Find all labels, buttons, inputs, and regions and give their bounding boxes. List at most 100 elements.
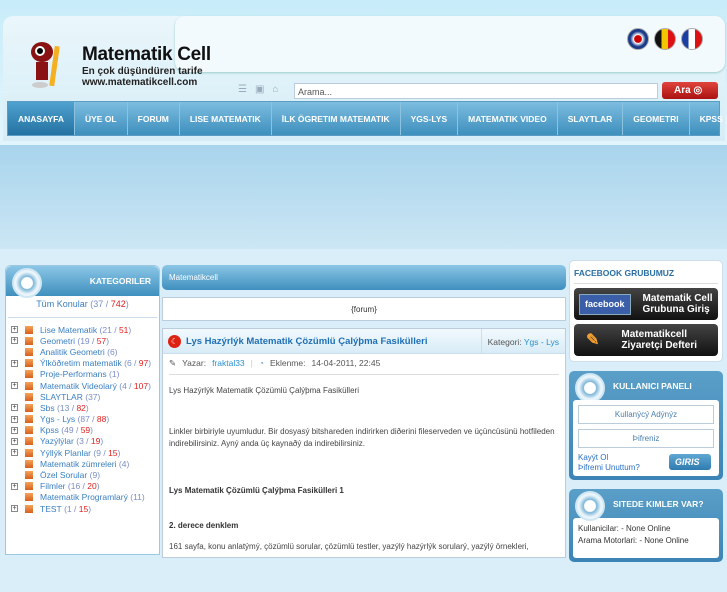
list-icon[interactable]: ☰ bbox=[238, 84, 247, 95]
nav-kpss[interactable]: KPSS bbox=[690, 102, 727, 135]
all-topics-link[interactable]: Tüm Konular (37 / 742) bbox=[8, 296, 157, 318]
facebook-group-button[interactable]: facebook Matematik Cell Grubuna Giriş bbox=[574, 288, 718, 320]
category-item[interactable]: + Matematik Videolarý (4 / 107) bbox=[6, 380, 159, 391]
expand-icon[interactable]: + bbox=[11, 404, 18, 412]
expand-icon[interactable]: + bbox=[11, 359, 18, 367]
facebook-panel: FACEBOOK GRUBUMUZ facebook Matematik Cell… bbox=[569, 260, 723, 362]
article-paragraph: 161 sayfa, konu anlatýmý, çözümlü sorula… bbox=[169, 542, 529, 551]
login-button[interactable]: GIRIS ● bbox=[669, 454, 711, 477]
category-total: 59 bbox=[80, 425, 91, 436]
nav-uye-ol[interactable]: ÜYE OL bbox=[75, 102, 128, 135]
date-label: Eklenme: bbox=[270, 358, 306, 368]
username-input[interactable]: Kullanýcý Adýnýz bbox=[578, 405, 714, 424]
category-count: 11 bbox=[133, 492, 142, 503]
category-item[interactable]: Matematik Programlarý (11) bbox=[6, 492, 159, 503]
category-item[interactable]: + Filmler (16 / 20) bbox=[6, 481, 159, 492]
search-input[interactable]: Arama... bbox=[294, 83, 658, 99]
category-count: 3 bbox=[79, 436, 84, 447]
folder-icon bbox=[25, 437, 33, 446]
category-count: 21 bbox=[102, 324, 112, 335]
category-count: 1 bbox=[66, 503, 72, 514]
nav-slaytlar[interactable]: SLAYTLAR bbox=[558, 102, 624, 135]
category-item[interactable]: + Sbs (13 / 82) bbox=[6, 402, 159, 413]
category-count: 9 bbox=[92, 470, 98, 481]
password-input[interactable]: Þifreniz bbox=[578, 429, 714, 448]
expand-icon[interactable]: + bbox=[11, 482, 18, 490]
category-label: Kpss bbox=[40, 425, 59, 436]
category-total: 107 bbox=[133, 380, 149, 391]
english-flag-icon[interactable] bbox=[627, 28, 649, 50]
category-label: Matematik zümreleri bbox=[40, 458, 117, 469]
search-button[interactable]: Ara ◎ bbox=[662, 82, 718, 99]
nav-anasayfa[interactable]: ANASAYFA bbox=[8, 102, 75, 135]
nav-geometri[interactable]: GEOMETRI bbox=[623, 102, 690, 135]
ant-mascot-logo-icon bbox=[31, 42, 60, 88]
category-item[interactable]: + Kpss (49 / 59) bbox=[6, 425, 159, 436]
expand-icon[interactable]: + bbox=[11, 437, 18, 445]
category-label: Geometri bbox=[40, 335, 75, 346]
category-count: 13 bbox=[59, 402, 70, 413]
guestbook-button[interactable]: ✎ Matematikcell Ziyaretçi Defteri bbox=[574, 324, 718, 356]
folder-icon bbox=[25, 415, 33, 424]
folder-icon bbox=[25, 370, 33, 379]
german-flag-icon[interactable] bbox=[654, 28, 676, 50]
author-link[interactable]: fraktal33 bbox=[212, 358, 245, 369]
category-item[interactable]: + Geometri (19 / 57) bbox=[6, 335, 159, 346]
folder-icon bbox=[25, 347, 33, 356]
article-title[interactable]: Lys Hazýrlýk Matematik Çözümlü Çalýþma F… bbox=[186, 336, 481, 347]
nav-ygs-lys[interactable]: YGS-LYS bbox=[401, 102, 459, 135]
category-item[interactable]: Proje-Performans (1) bbox=[6, 369, 159, 380]
category-item[interactable]: + Yazýlýlar (3 / 19) bbox=[6, 436, 159, 447]
nav-lise-matematik[interactable]: LISE MATEMATIK bbox=[180, 102, 272, 135]
folder-icon bbox=[25, 381, 33, 390]
article-subheading: Lys Matematik Çözümlü Çalýþma Fasiküller… bbox=[169, 486, 344, 495]
category-item[interactable]: + Ygs - Lys (87 / 88) bbox=[6, 414, 159, 425]
home-icon[interactable]: ⌂ bbox=[272, 84, 278, 95]
right-sidebar: FACEBOOK GRUBUMUZ facebook Matematik Cell… bbox=[569, 260, 723, 562]
category-item[interactable]: + Ýlköðretim matematik (6 / 97) bbox=[6, 358, 159, 369]
user-icon bbox=[575, 373, 605, 403]
category-item[interactable]: + Lise Matematik (21 / 51) bbox=[6, 324, 159, 335]
expand-icon[interactable]: + bbox=[11, 415, 18, 423]
category-label: Filmler bbox=[40, 481, 66, 492]
nav-matematik-video[interactable]: MATEMATIK VIDEO bbox=[458, 102, 558, 135]
banner-area bbox=[0, 145, 727, 249]
folder-icon bbox=[25, 471, 33, 480]
category-total: 15 bbox=[78, 503, 89, 514]
expand-icon[interactable]: + bbox=[11, 426, 18, 434]
category-item[interactable]: Matematik zümreleri (4) bbox=[6, 458, 159, 469]
category-label: Lise Matematik bbox=[40, 324, 98, 335]
folder-icon bbox=[25, 504, 33, 513]
main-nav: ANASAYFA ÜYE OL FORUM LISE MATEMATIK İLK… bbox=[7, 101, 723, 136]
nav-forum[interactable]: FORUM bbox=[128, 102, 180, 135]
category-count: 49 bbox=[64, 425, 74, 436]
category-total: 82 bbox=[76, 402, 86, 413]
all-topics-label: Tüm Konular bbox=[36, 299, 88, 309]
category-item[interactable]: SLAYTLAR (37) bbox=[6, 391, 159, 402]
category-total: 57 bbox=[96, 335, 107, 346]
category-item[interactable]: + TEST (1 / 15) bbox=[6, 503, 159, 514]
header-area: Matematik Cell En çok düşündüren tarife … bbox=[0, 0, 727, 145]
turkish-flag-icon: ☾ bbox=[168, 334, 181, 348]
expand-icon[interactable]: + bbox=[11, 382, 18, 390]
category-label: Yazýlýlar bbox=[40, 436, 74, 447]
expand-icon[interactable]: + bbox=[11, 337, 18, 345]
expand-icon[interactable]: + bbox=[11, 505, 18, 513]
site-brand[interactable]: Matematik Cell bbox=[82, 44, 211, 66]
folder-icon bbox=[25, 325, 33, 334]
nav-ilk-ogretim[interactable]: İLK ÖGRETIM MATEMATIK bbox=[272, 102, 401, 135]
expand-icon[interactable]: + bbox=[11, 449, 18, 457]
fb-text: Matematik Cell bbox=[642, 293, 713, 304]
category-item[interactable]: Özel Sorular (9) bbox=[6, 469, 159, 480]
category-count: 6 bbox=[109, 346, 115, 357]
article-category: Kategori: Ygs - Lys bbox=[480, 329, 565, 353]
category-total: 88 bbox=[96, 414, 107, 425]
bookmark-icon[interactable]: ▣ bbox=[255, 84, 264, 95]
expand-icon[interactable]: + bbox=[11, 326, 18, 334]
category-link[interactable]: Ygs - Lys bbox=[524, 337, 559, 347]
folder-icon bbox=[25, 403, 33, 412]
french-flag-icon[interactable] bbox=[681, 28, 703, 50]
category-item[interactable]: + Yýllýk Planlar (9 / 15) bbox=[6, 447, 159, 458]
category-item[interactable]: Analitik Geometri (6) bbox=[6, 346, 159, 357]
who-online-title: SITEDE KIMLER VAR? bbox=[613, 499, 704, 509]
